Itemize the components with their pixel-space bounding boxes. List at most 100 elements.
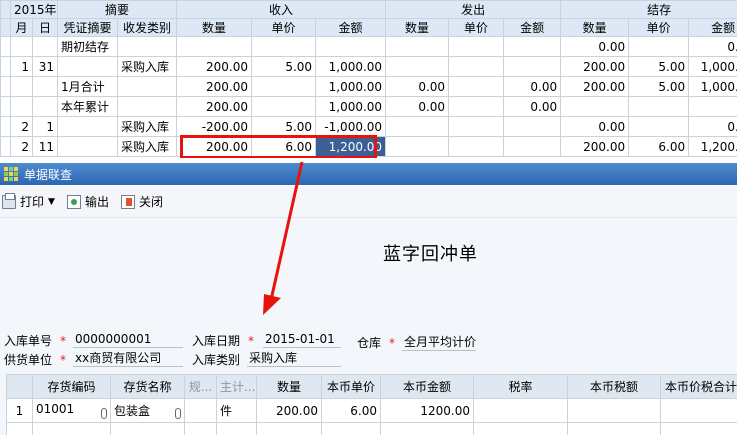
row-month[interactable]: 1 [10, 56, 33, 77]
row-bal-qty[interactable]: 200.00 [560, 76, 630, 97]
row-out-qty[interactable] [385, 136, 450, 157]
ledger-row-selected[interactable]: 2 11 采购入库 200.00 6.00 1,200.00 200.00 6.… [0, 136, 737, 157]
row-day[interactable] [31, 76, 59, 97]
row-day[interactable] [31, 96, 59, 117]
row-month[interactable] [10, 76, 33, 97]
row-bal-amount[interactable] [688, 96, 737, 117]
row-out-price[interactable] [448, 76, 505, 97]
row-bal-qty[interactable] [560, 96, 630, 117]
table-row[interactable] [6, 422, 737, 435]
row-out-qty[interactable]: 0.00 [385, 76, 450, 97]
row-day[interactable]: 31 [31, 56, 59, 77]
row-out-qty[interactable] [385, 36, 450, 57]
row-type[interactable]: 采购入库 [117, 56, 178, 77]
row-in-amount[interactable]: 1,000.00 [315, 56, 387, 77]
row-out-amount[interactable] [503, 56, 562, 77]
row-out-qty[interactable]: 0.00 [385, 96, 450, 117]
item-code-header[interactable]: 存货编码 [32, 374, 111, 399]
row-voucher[interactable]: 期初结存 [57, 36, 119, 57]
attachment-icon[interactable] [101, 408, 107, 419]
unit-cell[interactable]: 件 [216, 398, 257, 423]
price-header[interactable]: 本币单价 [321, 374, 381, 399]
table-row[interactable]: 1 01001 包装盒 件 200.00 6.00 1200.00 [6, 398, 737, 423]
attachment-icon[interactable] [175, 408, 181, 419]
row-type[interactable] [117, 96, 178, 117]
row-bal-amount[interactable]: 1,000.00 [688, 56, 737, 77]
row-bal-price[interactable] [628, 96, 690, 117]
row-in-qty[interactable]: 200.00 [176, 136, 253, 157]
row-voucher[interactable]: 1月合计 [57, 76, 119, 97]
row-in-price[interactable]: 5.00 [251, 56, 317, 77]
row-month[interactable]: 2 [10, 136, 33, 157]
amount-cell[interactable]: 1200.00 [380, 398, 474, 423]
row-out-amount[interactable] [503, 36, 562, 57]
ledger-row[interactable]: 1 31 采购入库 200.00 5.00 1,000.00 200.00 5.… [0, 56, 737, 77]
row-out-amount[interactable]: 0.00 [503, 96, 562, 117]
row-bal-price[interactable]: 6.00 [628, 136, 690, 157]
row-in-qty[interactable]: -200.00 [176, 116, 253, 137]
amount-header[interactable]: 本币金额 [380, 374, 474, 399]
item-name-header[interactable]: 存货名称 [110, 374, 185, 399]
row-type[interactable]: 采购入库 [117, 136, 178, 157]
row-out-price[interactable] [448, 136, 505, 157]
qty-header[interactable]: 数量 [256, 374, 322, 399]
qty-cell[interactable]: 200.00 [256, 398, 322, 423]
supplier-field[interactable]: xx商贸有限公司 [73, 350, 183, 367]
export-button[interactable]: 输出 [66, 192, 109, 212]
chevron-down-icon[interactable]: ▼ [48, 197, 55, 207]
row-day[interactable]: 11 [31, 136, 59, 157]
row-type[interactable] [117, 76, 178, 97]
spec-cell[interactable] [184, 398, 217, 423]
row-voucher[interactable] [57, 116, 119, 137]
row-bal-qty[interactable]: 200.00 [560, 56, 630, 77]
row-day[interactable]: 1 [31, 116, 59, 137]
row-in-amount-selected[interactable]: 1,200.00 [315, 136, 387, 157]
unit-header[interactable]: 主计... [216, 374, 257, 399]
row-type[interactable] [117, 36, 178, 57]
row-voucher[interactable]: 本年累计 [57, 96, 119, 117]
tax-rate-cell[interactable] [473, 398, 568, 423]
row-out-price[interactable] [448, 36, 505, 57]
row-bal-amount[interactable]: 1,000.00 [688, 76, 737, 97]
total-cell[interactable] [660, 398, 737, 423]
row-out-qty[interactable] [385, 56, 450, 77]
row-bal-qty[interactable]: 0.00 [560, 116, 630, 137]
row-bal-price[interactable] [628, 36, 690, 57]
close-button[interactable]: 关闭 [120, 192, 163, 212]
ledger-row[interactable]: 本年累计 200.00 1,000.00 0.00 0.00 [0, 96, 737, 117]
row-bal-qty[interactable]: 0.00 [560, 36, 630, 57]
receipt-type-field[interactable]: 采购入库 [247, 350, 341, 367]
row-in-qty[interactable]: 200.00 [176, 76, 253, 97]
row-in-qty[interactable]: 200.00 [176, 56, 253, 77]
row-bal-price[interactable] [628, 116, 690, 137]
row-month[interactable] [10, 36, 33, 57]
row-out-qty[interactable] [385, 116, 450, 137]
row-in-price[interactable]: 6.00 [251, 136, 317, 157]
row-bal-amount[interactable]: 0.00 [688, 116, 737, 137]
item-code-cell[interactable]: 01001 [32, 398, 111, 423]
row-in-price[interactable] [251, 96, 317, 117]
ledger-row[interactable]: 1月合计 200.00 1,000.00 0.00 0.00 200.00 5.… [0, 76, 737, 97]
row-out-price[interactable] [448, 116, 505, 137]
row-day[interactable] [31, 36, 59, 57]
row-out-price[interactable] [448, 56, 505, 77]
row-out-price[interactable] [448, 96, 505, 117]
row-month[interactable] [10, 96, 33, 117]
tax-amount-header[interactable]: 本币税额 [567, 374, 661, 399]
warehouse-field[interactable]: 全月平均计价 [402, 334, 476, 351]
row-in-price[interactable] [251, 36, 317, 57]
item-name-cell[interactable]: 包装盒 [110, 398, 185, 423]
spec-header[interactable]: 规... [184, 374, 217, 399]
row-out-amount[interactable]: 0.00 [503, 76, 562, 97]
row-bal-amount[interactable]: 0.00 [688, 36, 737, 57]
row-in-price[interactable] [251, 76, 317, 97]
row-in-amount[interactable]: 1,000.00 [315, 96, 387, 117]
row-in-amount[interactable] [315, 36, 387, 57]
row-out-amount[interactable] [503, 136, 562, 157]
row-bal-price[interactable]: 5.00 [628, 76, 690, 97]
ledger-row[interactable]: 期初结存 0.00 0.00 [0, 36, 737, 57]
ledger-row[interactable]: 2 1 采购入库 -200.00 5.00 -1,000.00 0.00 0.0… [0, 116, 737, 137]
row-bal-price[interactable]: 5.00 [628, 56, 690, 77]
row-month[interactable]: 2 [10, 116, 33, 137]
row-voucher[interactable] [57, 136, 119, 157]
